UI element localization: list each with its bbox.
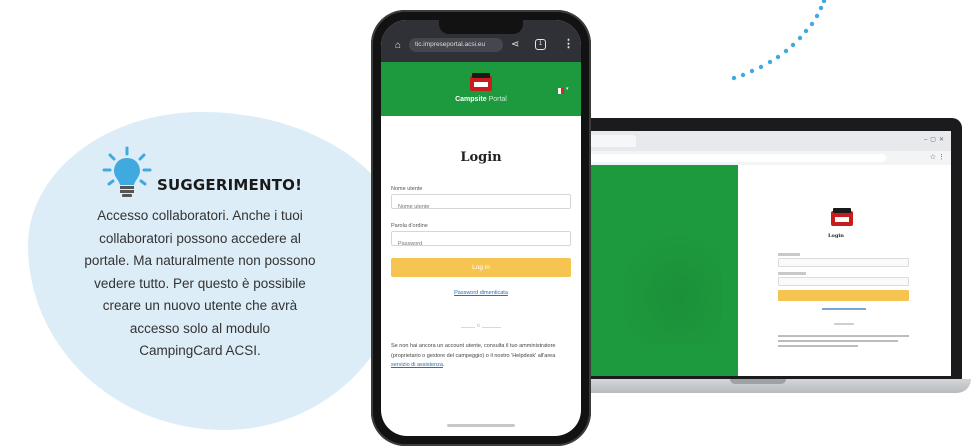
laptop-help-text (778, 340, 898, 342)
tip-heading: SUGGERIMENTO! (157, 176, 303, 194)
decorative-dots (731, 0, 827, 81)
laptop-browser-toolbar: ☆ ⋮ (582, 151, 951, 165)
separator-label: o (475, 323, 482, 329)
helpdesk-link[interactable]: servizio di assistenza (391, 362, 443, 368)
laptop-forgot-link[interactable] (822, 308, 866, 310)
laptop-browser-tabbar: –▢✕ (582, 131, 951, 151)
phone-screen: ⌂ tic.impreseportal.acsi.eu ⋖ 1 ⋮ Campsi… (381, 20, 581, 436)
laptop-notch (730, 379, 786, 384)
tabs-icon[interactable]: 1 (535, 39, 546, 50)
laptop-hero-image (582, 165, 738, 376)
home-icon[interactable]: ⌂ (395, 40, 401, 51)
phone-notch (439, 20, 523, 34)
menu-icon[interactable]: ⋮ (563, 37, 574, 50)
laptop-separator (834, 323, 854, 325)
username-field[interactable] (391, 194, 571, 214)
laptop-help-text (778, 345, 858, 347)
laptop-help-text (778, 335, 909, 337)
laptop-username-input[interactable] (778, 258, 909, 267)
home-indicator (447, 424, 515, 427)
login-title: Login (460, 150, 502, 165)
logo-icon (470, 73, 492, 91)
laptop-login-title: Login (828, 233, 844, 239)
password-field[interactable] (391, 231, 571, 251)
login-button[interactable]: Log in (391, 258, 571, 277)
share-icon[interactable]: ⋖ (511, 39, 519, 50)
app-name: Campsite (455, 96, 487, 103)
help-text-end: . (442, 362, 445, 368)
tip-line: creare un nuovo utente che avrà (102, 298, 298, 313)
laptop-password-input[interactable] (778, 277, 909, 286)
laptop-login-panel: Login (738, 165, 951, 376)
help-text: Se non hai ancora un account utente, con… (391, 342, 571, 371)
password-input[interactable] (392, 237, 570, 251)
laptop-password-label (778, 272, 806, 275)
phone-address-bar[interactable]: tic.impreseportal.acsi.eu (409, 38, 503, 52)
chevron-down-icon[interactable]: ▾ (566, 86, 569, 92)
tip-line: vedere tutto. Per questo è possibile (94, 275, 306, 291)
username-label: Nome utente (391, 186, 423, 192)
forgot-password-link[interactable]: Password dimenticata (381, 290, 581, 296)
browser-tools-icon[interactable]: ☆ ⋮ (930, 153, 945, 161)
laptop-username-label (778, 253, 800, 256)
logo-icon (831, 208, 853, 226)
tip-line: Accesso collaboratori. Anche i tuoi (97, 208, 303, 223)
help-text-body: Se non hai ancora un account utente, con… (391, 343, 556, 359)
tip-line: portale. Ma naturalmente non possono (84, 253, 316, 268)
separator: o (461, 323, 501, 331)
app-name-suffix: Portal (488, 96, 507, 103)
laptop-browser-tab[interactable] (588, 135, 636, 147)
tip-line: CampingCard ACSI. (139, 343, 261, 358)
language-flag-icon[interactable] (555, 88, 564, 94)
window-controls-icon[interactable]: –▢✕ (924, 136, 947, 143)
laptop-address-bar[interactable] (586, 154, 886, 162)
password-label: Parola d'ordine (391, 223, 428, 229)
tip-body: Accesso collaboratori. Anche i tuoi coll… (55, 205, 345, 363)
username-input[interactable] (392, 200, 570, 214)
laptop-login-button[interactable] (778, 290, 909, 301)
app-title: Campsite Portal (381, 96, 581, 103)
tip-line: accesso solo al modulo (129, 320, 271, 336)
lightbulb-icon (102, 146, 152, 197)
tip-line: collaboratori possono accedere al (99, 230, 301, 246)
app-header: Campsite Portal ▾ (381, 62, 581, 116)
laptop-screen: –▢✕ ☆ ⋮ Login (582, 131, 951, 376)
